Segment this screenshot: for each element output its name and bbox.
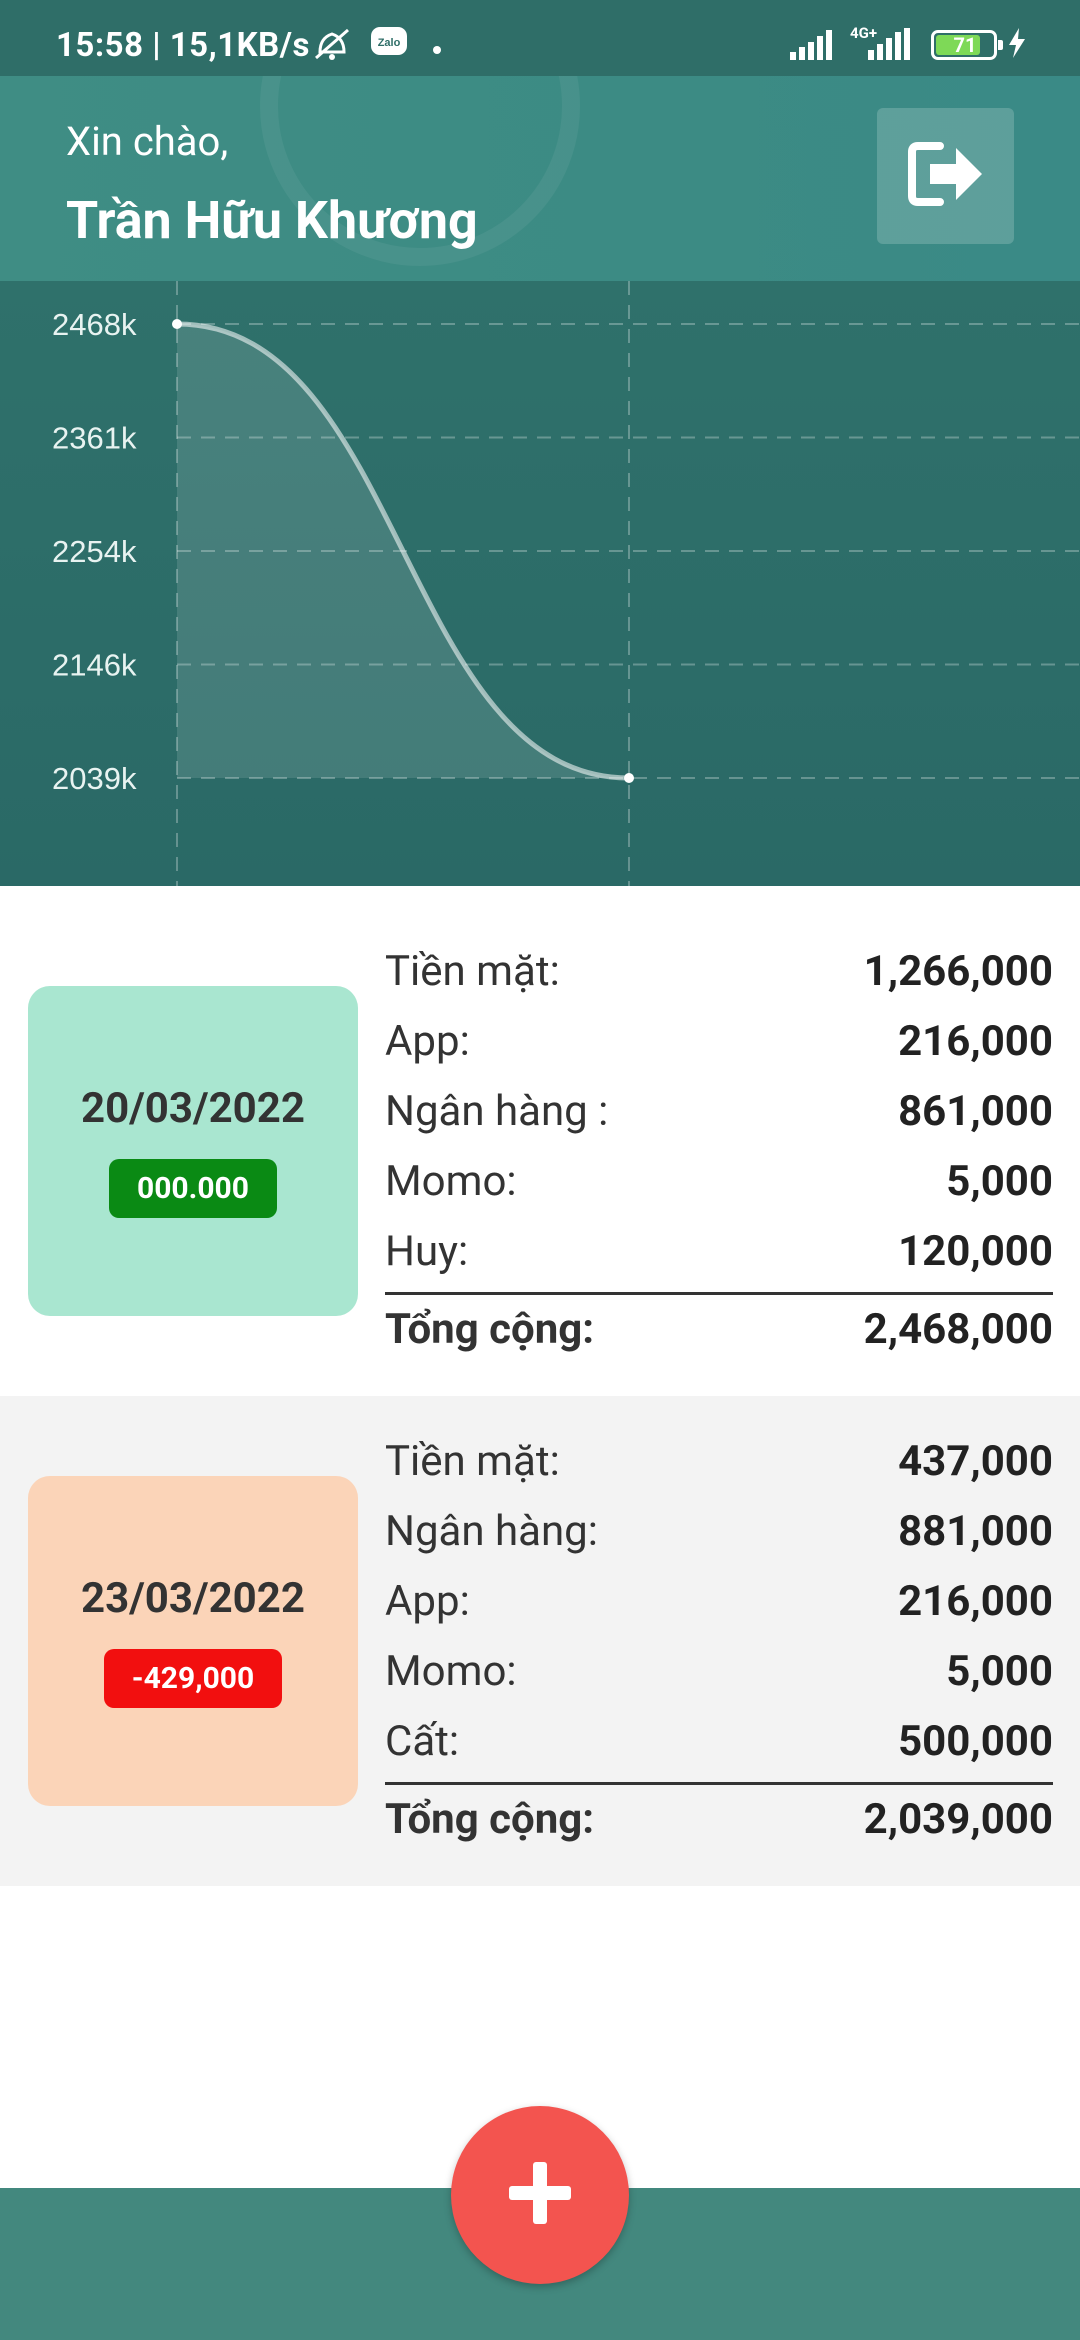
muted-alarm-icon — [312, 26, 352, 66]
svg-text:Zalo: Zalo — [378, 37, 401, 49]
entry-card[interactable]: 20/03/2022 000.000 Tiền mặt: 1,266,000 A… — [0, 906, 1080, 1396]
status-bar: 15:58 | 15,1KB/s Zalo 4G+ 71 — [0, 0, 1080, 76]
zalo-icon: Zalo — [370, 26, 408, 64]
y-tick-label: 2146k — [52, 648, 137, 683]
breakdown-row: Tiền mặt: 437,000 — [385, 1426, 1053, 1496]
total-row: Tổng cộng: 2,468,000 — [385, 1292, 1053, 1364]
row-value: 216,000 — [898, 1576, 1053, 1626]
breakdown-row: Momo: 5,000 — [385, 1146, 1053, 1216]
entry-card[interactable]: 23/03/2022 -429,000 Tiền mặt: 437,000 Ng… — [0, 1396, 1080, 1886]
breakdown-row: Momo: 5,000 — [385, 1636, 1053, 1706]
row-value: 216,000 — [898, 1016, 1053, 1066]
entry-date: 20/03/2022 — [81, 1084, 305, 1133]
breakdown-list: Tiền mặt: 437,000 Ngân hàng: 881,000 App… — [385, 1426, 1053, 1854]
row-value: 861,000 — [898, 1086, 1053, 1136]
breakdown-row: Huy: 120,000 — [385, 1216, 1053, 1286]
row-label: Huy: — [385, 1226, 469, 1276]
row-label: App: — [385, 1016, 470, 1066]
row-label: Tiền mặt: — [385, 1436, 560, 1486]
breakdown-row: Cất: 500,000 — [385, 1706, 1053, 1776]
plus-icon — [505, 2158, 575, 2232]
entry-date: 23/03/2022 — [81, 1574, 305, 1623]
total-value: 2,468,000 — [863, 1305, 1053, 1354]
breakdown-row: Ngân hàng: 881,000 — [385, 1496, 1053, 1566]
diff-badge: 000.000 — [109, 1159, 277, 1218]
row-value: 1,266,000 — [863, 946, 1053, 996]
diff-badge: -429,000 — [103, 1649, 283, 1708]
breakdown-row: Tiền mặt: 1,266,000 — [385, 936, 1053, 1006]
y-tick-label: 2039k — [52, 761, 137, 796]
row-label: Tiền mặt: — [385, 946, 560, 996]
add-entry-button[interactable] — [451, 2106, 629, 2284]
row-value: 120,000 — [898, 1226, 1053, 1276]
battery-level: 71 — [953, 33, 977, 57]
greeting: Xin chào, — [66, 118, 229, 165]
charging-icon — [1006, 26, 1028, 64]
row-value: 5,000 — [946, 1156, 1053, 1206]
y-tick-label: 2254k — [52, 534, 137, 569]
y-tick-label: 2361k — [52, 421, 137, 456]
row-label: Momo: — [385, 1646, 517, 1696]
row-label: Cất: — [385, 1716, 460, 1766]
row-value: 5,000 — [946, 1646, 1053, 1696]
user-name: Trần Hữu Khương — [66, 190, 478, 251]
total-value: 2,039,000 — [863, 1795, 1053, 1844]
header: Xin chào, Trần Hữu Khương — [0, 76, 1080, 281]
chart-svg: 2468k 2361k 2254k 2146k 2039k — [52, 281, 1080, 886]
data-point — [172, 319, 182, 329]
breakdown-list: Tiền mặt: 1,266,000 App: 216,000 Ngân hà… — [385, 936, 1053, 1364]
breakdown-row: App: 216,000 — [385, 1006, 1053, 1076]
total-label: Tổng cộng: — [385, 1795, 595, 1844]
row-label: Momo: — [385, 1156, 517, 1206]
breakdown-row: Ngân hàng : 861,000 — [385, 1076, 1053, 1146]
row-value: 437,000 — [898, 1436, 1053, 1486]
dot-icon — [432, 40, 442, 59]
signal-icon — [788, 26, 838, 66]
data-point — [624, 773, 634, 783]
row-label: Ngân hàng: — [385, 1506, 598, 1556]
date-card: 23/03/2022 -429,000 — [28, 1476, 358, 1806]
battery-indicator: 71 — [931, 30, 1003, 60]
sign-out-icon — [906, 140, 986, 212]
breakdown-row: App: 216,000 — [385, 1566, 1053, 1636]
row-value: 500,000 — [898, 1716, 1053, 1766]
row-value: 881,000 — [898, 1506, 1053, 1556]
total-row: Tổng cộng: 2,039,000 — [385, 1782, 1053, 1854]
signal-icon-2 — [862, 26, 914, 66]
status-time: 15:58 | 15,1KB/s — [56, 26, 310, 65]
row-label: Ngân hàng : — [385, 1086, 609, 1136]
logout-button[interactable] — [877, 108, 1014, 244]
balance-chart: 2468k 2361k 2254k 2146k 2039k — [0, 281, 1080, 886]
row-label: App: — [385, 1576, 470, 1626]
y-tick-label: 2468k — [52, 307, 137, 342]
total-label: Tổng cộng: — [385, 1305, 595, 1354]
date-card: 20/03/2022 000.000 — [28, 986, 358, 1316]
